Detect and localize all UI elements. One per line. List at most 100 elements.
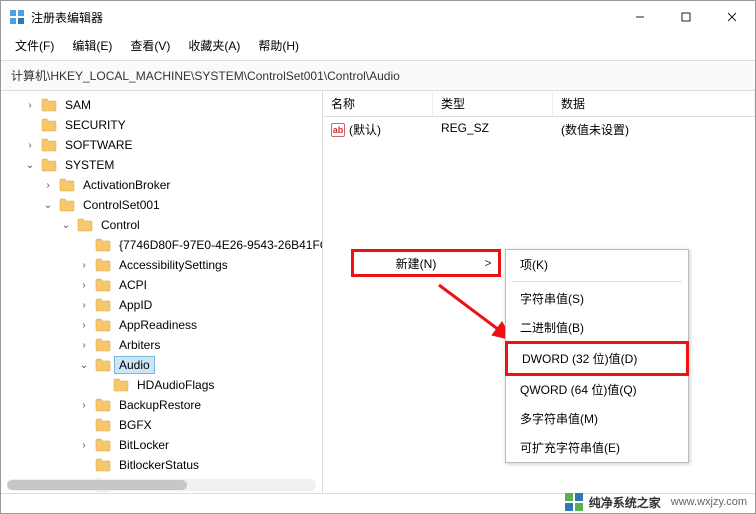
tree-item[interactable]: SECURITY (1, 115, 322, 135)
tree-item-label: AppReadiness (115, 317, 201, 333)
chevron-right-icon[interactable]: › (41, 178, 55, 192)
chevron-right-icon[interactable]: › (77, 398, 91, 412)
value-type: REG_SZ (433, 119, 553, 140)
tree-item-label: SYSTEM (61, 157, 118, 173)
folder-icon (95, 258, 111, 272)
tree-item[interactable]: ›SOFTWARE (1, 135, 322, 155)
tree-scrollbar-thumb[interactable] (7, 480, 187, 490)
folder-icon (95, 418, 111, 432)
tree-item[interactable]: › ACPI (1, 275, 322, 295)
tree-item-label: Audio (115, 357, 154, 373)
watermark-logo-icon (565, 493, 583, 511)
folder-icon (95, 438, 111, 452)
menu-separator (512, 281, 682, 282)
header-name[interactable]: 名称 (323, 91, 433, 116)
string-value-icon: ab (331, 123, 345, 137)
tree-item[interactable]: › BackupRestore (1, 395, 322, 415)
folder-icon (113, 378, 129, 392)
context-submenu-item[interactable]: 二进制值(B) (506, 313, 688, 342)
context-submenu-item[interactable]: 字符串值(S) (506, 284, 688, 313)
context-menu-trigger-box: 新建(N) > (351, 249, 501, 277)
folder-icon (41, 118, 57, 132)
tree-scrollbar-horizontal[interactable] (7, 479, 316, 491)
minimize-button[interactable] (617, 1, 663, 33)
chevron-down-icon[interactable]: ⌄ (23, 158, 37, 172)
tree-item-label: {7746D80F-97E0-4E26-9543-26B41FC (115, 237, 322, 253)
context-submenu-new: 项(K) 字符串值(S)二进制值(B)DWORD (32 位)值(D)QWORD … (505, 249, 689, 463)
folder-icon (95, 238, 111, 252)
chevron-right-icon[interactable]: › (77, 258, 91, 272)
folder-icon (95, 278, 111, 292)
tree-item[interactable]: HDAudioFlags (1, 375, 322, 395)
context-submenu-item[interactable]: 项(K) (506, 250, 688, 279)
folder-icon (41, 138, 57, 152)
header-data[interactable]: 数据 (553, 91, 755, 116)
window-title: 注册表编辑器 (31, 9, 617, 26)
menu-view[interactable]: 查看(V) (130, 37, 170, 54)
menu-bar: 文件(F) 编辑(E) 查看(V) 收藏夹(A) 帮助(H) (1, 33, 755, 60)
tree-item[interactable]: › AppReadiness (1, 315, 322, 335)
value-data: (数值未设置) (553, 119, 755, 140)
chevron-down-icon[interactable]: ⌄ (41, 198, 55, 212)
folder-icon (77, 218, 93, 232)
tree-item[interactable]: ⌄ Audio (1, 355, 322, 375)
tree-item[interactable]: ⌄ SYSTEM (1, 155, 322, 175)
tree-item[interactable]: › Arbiters (1, 335, 322, 355)
tree-item-label: ControlSet001 (79, 197, 164, 213)
tree-item[interactable]: ⌄Control (1, 215, 322, 235)
chevron-right-icon[interactable]: › (77, 298, 91, 312)
watermark: 纯净系统之家 www.wxjzy.com (565, 493, 747, 511)
menu-favorites[interactable]: 收藏夹(A) (188, 37, 240, 54)
chevron-down-icon[interactable]: ⌄ (77, 358, 91, 372)
tree-item[interactable]: ⌄ ControlSet001 (1, 195, 322, 215)
tree-item[interactable]: ›BitLocker (1, 435, 322, 455)
menu-file[interactable]: 文件(F) (15, 37, 54, 54)
tree-item[interactable]: BitlockerStatus (1, 455, 322, 475)
chevron-right-icon[interactable]: › (23, 138, 37, 152)
chevron-right-icon[interactable]: › (77, 278, 91, 292)
maximize-button[interactable] (663, 1, 709, 33)
chevron-right-icon: > (478, 256, 498, 270)
menu-edit[interactable]: 编辑(E) (72, 37, 112, 54)
tree-item[interactable]: ›SAM (1, 95, 322, 115)
tree-item[interactable]: ›AppID (1, 295, 322, 315)
tree-item[interactable]: › ActivationBroker (1, 175, 322, 195)
chevron-down-icon[interactable]: ⌄ (59, 218, 73, 232)
tree-item-label: AccessibilitySettings (115, 257, 232, 273)
app-icon (9, 9, 25, 25)
context-item-new[interactable]: 新建(N) > (351, 249, 501, 277)
tree-item-label: ACPI (115, 277, 151, 293)
tree-item-label: BitlockerStatus (115, 457, 203, 473)
header-type[interactable]: 类型 (433, 91, 553, 116)
folder-icon (95, 338, 111, 352)
registry-tree[interactable]: ›SAM SECURITY ›SOFTWARE ⌄ SYSTEM › ActivationB… (1, 95, 322, 493)
context-submenu-item[interactable]: DWORD (32 位)值(D) (505, 341, 689, 376)
tree-item-label: ActivationBroker (79, 177, 174, 193)
tree-item[interactable]: {7746D80F-97E0-4E26-9543-26B41FC (1, 235, 322, 255)
tree-item-label: BackupRestore (115, 397, 205, 413)
watermark-brand: 纯净系统之家 (589, 494, 661, 511)
chevron-right-icon[interactable]: › (23, 98, 37, 112)
tree-item[interactable]: BGFX (1, 415, 322, 435)
tree-item[interactable]: › AccessibilitySettings (1, 255, 322, 275)
address-bar[interactable]: 计算机\HKEY_LOCAL_MACHINE\SYSTEM\ControlSet… (1, 60, 755, 91)
context-submenu-item[interactable]: QWORD (64 位)值(Q) (506, 375, 688, 404)
folder-icon (95, 458, 111, 472)
tree-panel: ›SAM SECURITY ›SOFTWARE ⌄ SYSTEM › ActivationB… (1, 91, 323, 493)
close-button[interactable] (709, 1, 755, 33)
folder-icon (95, 358, 111, 372)
context-submenu-item[interactable]: 多字符串值(M) (506, 404, 688, 433)
value-row[interactable]: ab(默认)REG_SZ(数值未设置) (323, 117, 755, 142)
tree-item-label: Arbiters (115, 337, 164, 353)
menu-help[interactable]: 帮助(H) (258, 37, 299, 54)
chevron-right-icon[interactable]: › (77, 318, 91, 332)
folder-icon (41, 98, 57, 112)
chevron-right-icon[interactable]: › (77, 338, 91, 352)
folder-icon (95, 298, 111, 312)
tree-item-label: SECURITY (61, 117, 130, 133)
values-list[interactable]: ab(默认)REG_SZ(数值未设置) (323, 117, 755, 142)
context-submenu-item[interactable]: 可扩充字符串值(E) (506, 433, 688, 462)
folder-icon (95, 398, 111, 412)
chevron-right-icon[interactable]: › (77, 438, 91, 452)
window-controls (617, 1, 755, 33)
